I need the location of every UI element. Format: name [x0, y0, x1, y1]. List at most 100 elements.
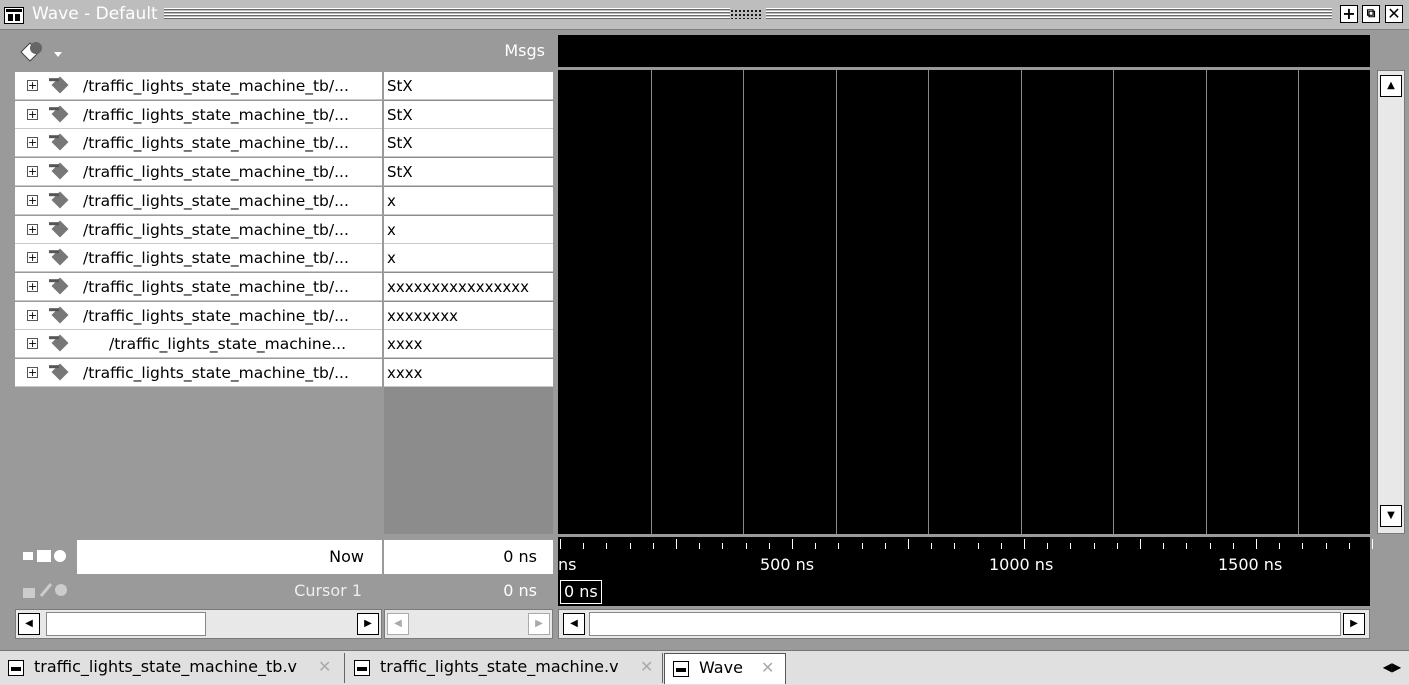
signal-row[interactable]: + /traffic_lights_state_machine_tb/...: [15, 272, 382, 301]
signal-row[interactable]: + /traffic_lights_state_machine_tb/...: [15, 129, 382, 158]
time-tick: [861, 543, 863, 549]
expand-icon[interactable]: +: [27, 80, 38, 91]
scroll-right-icon[interactable]: ▶: [357, 613, 379, 635]
vertical-scrollbar[interactable]: ▲ ▼: [1377, 70, 1405, 534]
expand-icon[interactable]: +: [27, 252, 38, 264]
cursor-marker[interactable]: 0 ns: [560, 580, 602, 604]
time-tick: [908, 539, 909, 549]
expand-icon[interactable]: +: [27, 309, 38, 321]
signal-row[interactable]: + /traffic_lights_state_machine_tb/...: [15, 359, 382, 387]
signal-value[interactable]: StX: [384, 129, 553, 158]
tab-tb-source[interactable]: traffic_lights_state_machine_tb.v ✕: [0, 653, 345, 683]
time-tick: [884, 543, 886, 549]
scroll-up-icon[interactable]: ▲: [1380, 75, 1402, 97]
signal-icon: [48, 220, 70, 239]
wave-scroll-thumb[interactable]: [589, 612, 1341, 636]
close-icon[interactable]: ✕: [761, 654, 774, 682]
signal-name: /traffic_lights_state_machine_tb/...: [83, 364, 349, 382]
title-grip-right[interactable]: [766, 8, 1332, 20]
now-label: Now: [77, 540, 382, 574]
time-tick: [838, 543, 840, 549]
signal-value[interactable]: StX: [384, 100, 553, 129]
add-cursor-icon[interactable]: [15, 540, 77, 574]
scroll-left-icon[interactable]: ◀: [563, 613, 585, 635]
tab-label: traffic_lights_state_machine.v: [380, 657, 619, 676]
signal-value[interactable]: xxxxxxxx: [384, 301, 553, 330]
undock-icon[interactable]: ⧉: [1362, 5, 1380, 23]
dock-icon[interactable]: +: [1340, 5, 1358, 23]
scroll-down-icon[interactable]: ▼: [1380, 505, 1402, 527]
tab-source[interactable]: traffic_lights_state_machine.v ✕: [346, 653, 663, 683]
signal-value[interactable]: x: [384, 244, 553, 273]
wave-window-icon: [673, 661, 689, 677]
signal-row[interactable]: + /traffic_lights_state_machine_tb/...: [15, 100, 382, 129]
time-tick: [722, 543, 724, 549]
signal-value[interactable]: StX: [384, 158, 553, 187]
wave-grid-line: [1298, 70, 1299, 534]
title-grip-left[interactable]: [164, 8, 730, 20]
wave-hscrollbar[interactable]: ◀ ▶: [558, 609, 1370, 639]
close-icon[interactable]: ✕: [318, 653, 331, 681]
signal-row[interactable]: + /traffic_lights_state_machine...: [15, 330, 382, 359]
signal-value[interactable]: StX: [384, 72, 553, 100]
signal-value[interactable]: xxxx: [384, 359, 553, 387]
signal-value[interactable]: x: [384, 186, 553, 215]
time-tick: [1302, 543, 1304, 549]
signal-row[interactable]: + /traffic_lights_state_machine_tb/...: [15, 215, 382, 244]
names-scroll-thumb[interactable]: [46, 612, 206, 636]
close-icon[interactable]: ✕: [640, 653, 653, 681]
tab-wave[interactable]: Wave ✕: [664, 653, 786, 684]
names-hscrollbar[interactable]: ◀ ▶: [15, 609, 382, 639]
signal-value[interactable]: x: [384, 215, 553, 244]
close-icon[interactable]: ✕: [1385, 5, 1403, 23]
signal-name: /traffic_lights_state_machine_tb/...: [83, 220, 349, 239]
time-tick: [676, 539, 677, 549]
signal-value[interactable]: xxxx: [384, 330, 553, 359]
expand-icon[interactable]: +: [27, 367, 38, 378]
time-tick: [1209, 543, 1211, 549]
expand-icon[interactable]: +: [27, 166, 38, 178]
title-grip-handle[interactable]: [730, 9, 762, 19]
scroll-left-icon[interactable]: ◀: [387, 613, 409, 635]
now-toolbar: [15, 540, 77, 574]
cursor-strip[interactable]: 0 ns: [558, 577, 1370, 606]
scroll-right-icon[interactable]: ▶: [528, 613, 550, 635]
time-tick: [1256, 539, 1257, 549]
signal-icon: [48, 277, 70, 296]
signal-row[interactable]: + /traffic_lights_state_machine_tb/...: [15, 301, 382, 330]
expand-icon[interactable]: +: [27, 223, 38, 235]
cursor-label[interactable]: Cursor 1: [77, 576, 382, 606]
signal-icon: [48, 191, 70, 210]
expand-icon[interactable]: +: [27, 280, 38, 292]
signal-name: /traffic_lights_state_machine...: [109, 335, 347, 354]
expand-icon[interactable]: +: [27, 194, 38, 206]
time-ruler[interactable]: ns 500 ns 1000 ns 1500 ns: [558, 537, 1373, 577]
lock-cursor-icon[interactable]: [15, 576, 77, 606]
time-tick: [1093, 543, 1095, 549]
wave-grid-line: [743, 70, 744, 534]
signal-value[interactable]: xxxxxxxxxxxxxxxx: [384, 272, 553, 301]
signal-row[interactable]: + /traffic_lights_state_machine_tb/...: [15, 244, 382, 273]
scroll-right-icon[interactable]: ▶: [1343, 613, 1365, 635]
signal-name: /traffic_lights_state_machine_tb/...: [83, 249, 349, 268]
expand-icon[interactable]: +: [27, 338, 38, 350]
signal-name: /traffic_lights_state_machine_tb/...: [83, 134, 349, 153]
msgs-column-header: Msgs: [504, 41, 545, 60]
values-hscrollbar[interactable]: ◀ ▶: [384, 609, 553, 639]
wave-display[interactable]: [558, 70, 1370, 534]
signal-row[interactable]: + /traffic_lights_state_machine_tb/...: [15, 72, 382, 100]
time-tick: [1000, 543, 1002, 549]
time-tick: [1140, 539, 1141, 549]
signal-row[interactable]: + /traffic_lights_state_machine_tb/...: [15, 158, 382, 187]
time-tick: [1279, 543, 1281, 549]
expand-icon[interactable]: +: [27, 137, 38, 149]
scroll-left-icon[interactable]: ◀: [18, 613, 40, 635]
time-tick: [745, 543, 747, 549]
time-tick: [652, 543, 654, 549]
find-signal-icon[interactable]: [18, 38, 62, 64]
tab-scroll-arrows[interactable]: ◀▶: [1378, 656, 1406, 678]
signal-row[interactable]: + /traffic_lights_state_machine_tb/...: [15, 186, 382, 215]
verilog-file-icon: [354, 660, 370, 676]
time-label: 1000 ns: [989, 555, 1054, 574]
expand-icon[interactable]: +: [27, 108, 38, 120]
